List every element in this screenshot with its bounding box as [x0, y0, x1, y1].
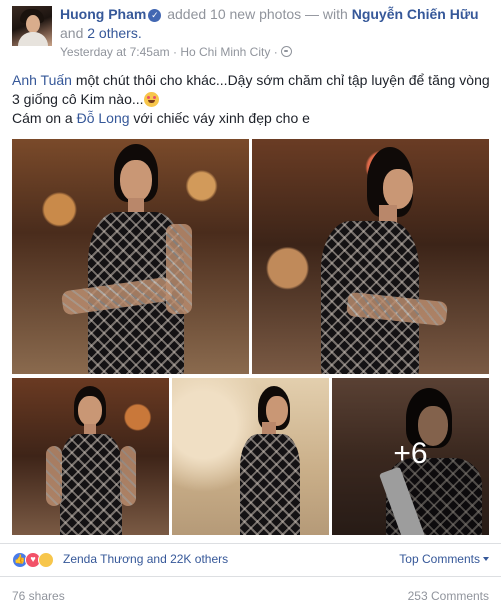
reactions-divider-top: [0, 543, 501, 544]
post-headline: Huong Pham ✓ added 10 new photos — with N…: [60, 5, 490, 43]
author-name-link[interactable]: Huong Pham: [60, 6, 146, 22]
mention-do-long[interactable]: Đỗ Long: [77, 110, 130, 126]
others-link[interactable]: 2 others.: [87, 25, 141, 41]
shares-count[interactable]: 76 shares: [12, 588, 65, 604]
photo-3-model: [46, 386, 136, 535]
and-text: and: [60, 25, 84, 41]
photo-4-model: [222, 386, 312, 535]
chevron-down-icon: [483, 557, 489, 561]
globe-icon[interactable]: [281, 46, 293, 57]
photo-5-more[interactable]: +6: [332, 378, 489, 535]
photo-1[interactable]: [12, 139, 249, 374]
meta-separator: ·: [172, 45, 177, 59]
tagged-person-link[interactable]: Nguyễn Chiến Hữu: [352, 6, 479, 22]
photo-1-model: [60, 144, 202, 374]
comments-count[interactable]: 253 Comments: [408, 588, 489, 604]
avatar-body: [18, 32, 48, 46]
post-text: Anh Tuấn một chút thôi cho khác...Dậy sớ…: [12, 71, 492, 128]
post-text-line-2-suffix: với chiếc váy xinh đẹp cho e: [133, 110, 310, 126]
photo-4[interactable]: [172, 378, 329, 535]
reactions-summary[interactable]: Zenda Thương and 22K others: [63, 551, 228, 567]
more-photos-count[interactable]: +6: [332, 438, 489, 470]
privacy-separator: ·: [273, 45, 278, 59]
post-timestamp[interactable]: Yesterday at 7:45am: [60, 45, 170, 59]
author-avatar[interactable]: [12, 6, 52, 46]
photo-3[interactable]: [12, 378, 169, 535]
post-location[interactable]: Ho Chi Minh City: [180, 45, 270, 59]
post-text-line-1: một chút thôi cho khác...Dậy sớm chăm ch…: [12, 72, 490, 107]
reactions-divider-bottom: [0, 576, 501, 577]
avatar-face: [26, 15, 40, 33]
photo-2[interactable]: [252, 139, 489, 374]
top-comments-label: Top Comments: [399, 552, 480, 566]
photo-2-model: [307, 147, 448, 374]
post-text-line-2-prefix: Cám on a: [12, 110, 73, 126]
feed-post: Huong Pham ✓ added 10 new photos — with N…: [0, 0, 501, 615]
top-comments-dropdown[interactable]: Top Comments: [399, 551, 489, 567]
verified-check-icon: ✓: [148, 9, 162, 22]
haha-icon: [38, 552, 54, 568]
post-meta: Yesterday at 7:45am · Ho Chi Minh City ·: [60, 45, 293, 59]
mention-anh-tuan[interactable]: Anh Tuấn: [12, 72, 72, 88]
heart-eyes-emoji-icon: [143, 92, 159, 107]
action-text: added 10 new photos — with: [167, 6, 348, 22]
